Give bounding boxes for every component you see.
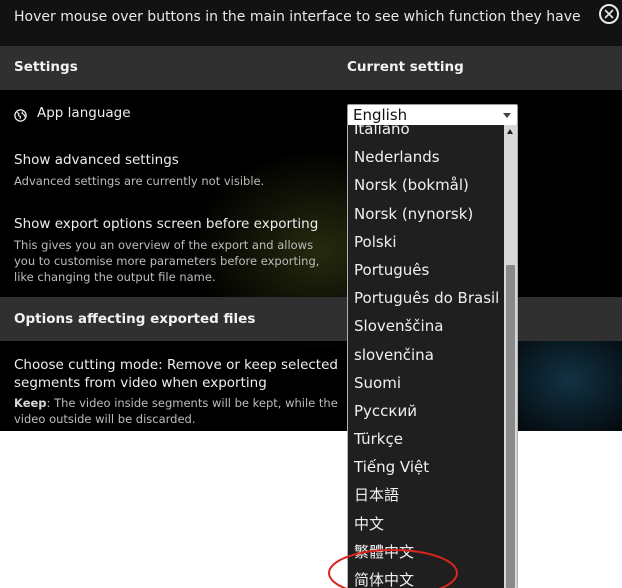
language-option[interactable]: 中文 (348, 510, 505, 538)
description-line: you to customise more parameters before … (14, 254, 320, 268)
language-option[interactable]: 日本語 (348, 481, 505, 509)
app-language-label: App language (37, 105, 131, 121)
description-line: This gives you an overview of the export… (14, 238, 314, 252)
keep-description: video outside will be discarded. (14, 412, 196, 426)
export-options-screen-title[interactable]: Show export options screen before export… (14, 216, 318, 232)
top-bar: Hover mouse over buttons in the main int… (0, 0, 622, 46)
language-dropdown-list[interactable]: Italiano Nederlands Norsk (bokmål) Norsk (n… (347, 125, 518, 588)
language-option[interactable]: 繁體中文 (348, 538, 505, 566)
cutting-mode-description: Keep: The video inside segments will be … (14, 395, 338, 427)
export-options-screen-description: This gives you an overview of the export… (14, 237, 319, 285)
globe-icon (14, 107, 27, 126)
description-line: like changing the output file name. (14, 270, 216, 284)
language-options: Italiano Nederlands Norsk (bokmål) Norsk (n… (348, 125, 505, 588)
export-options-header: Options affecting exported files (0, 297, 622, 341)
language-option[interactable]: slovenčina (348, 341, 505, 369)
settings-header: Settings Current setting (0, 46, 622, 90)
keep-description: : The video inside segments will be kept… (46, 396, 338, 410)
show-advanced-settings-title[interactable]: Show advanced settings (14, 152, 179, 168)
close-button[interactable] (599, 4, 619, 24)
language-option[interactable]: Norsk (bokmål) (348, 171, 505, 199)
current-setting-column-header: Current setting (347, 59, 464, 75)
language-option[interactable]: Nederlands (348, 143, 505, 171)
app-language-select[interactable]: English (347, 104, 518, 126)
language-option[interactable]: Português (348, 256, 505, 284)
cutting-mode-title[interactable]: Choose cutting mode: Remove or keep sele… (14, 356, 338, 392)
language-option[interactable]: Türkçe (348, 425, 505, 453)
language-option[interactable]: Norsk (nynorsk) (348, 200, 505, 228)
scroll-up-icon[interactable] (507, 129, 513, 134)
keep-label: Keep (14, 396, 47, 410)
language-option[interactable]: Tiếng Việt (348, 453, 505, 481)
language-option[interactable]: Italiano (348, 125, 505, 143)
show-advanced-settings-description: Advanced settings are currently not visi… (14, 174, 265, 188)
export-options-title: Options affecting exported files (14, 311, 256, 327)
settings-panel: Hover mouse over buttons in the main int… (0, 0, 622, 431)
close-icon (604, 9, 614, 19)
language-option[interactable]: 简体中文 (348, 566, 505, 588)
language-option[interactable]: Português do Brasil (348, 284, 505, 312)
language-option[interactable]: Русский (348, 397, 505, 425)
settings-column-header: Settings (14, 59, 78, 75)
chevron-down-icon (503, 113, 511, 118)
app-language-selected-value: English (353, 106, 408, 124)
language-option[interactable]: Slovenščina (348, 312, 505, 340)
scrollbar-thumb[interactable] (506, 265, 515, 588)
language-option[interactable]: Polski (348, 228, 505, 256)
dropdown-scrollbar[interactable] (504, 125, 517, 588)
title-line: segments from video when exporting (14, 375, 267, 391)
hint-text: Hover mouse over buttons in the main int… (14, 9, 581, 25)
title-line: Choose cutting mode: Remove or keep sele… (14, 357, 338, 373)
language-option[interactable]: Suomi (348, 369, 505, 397)
